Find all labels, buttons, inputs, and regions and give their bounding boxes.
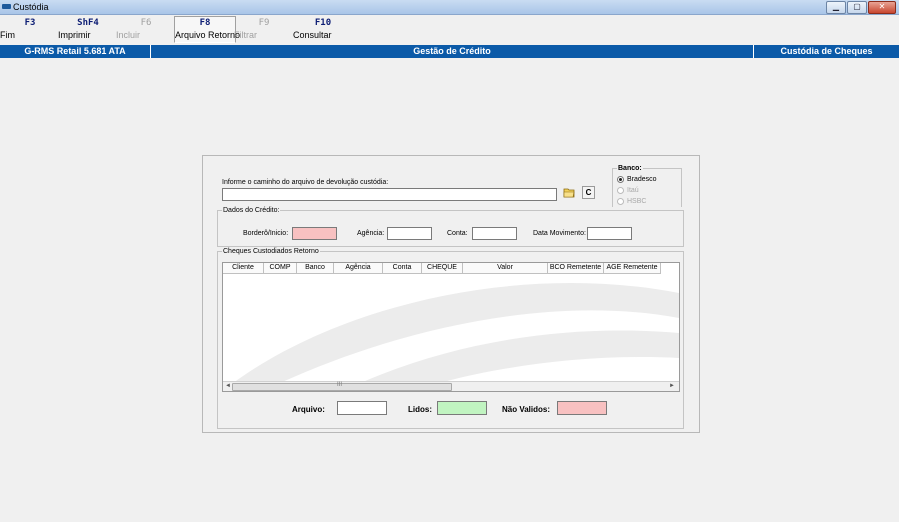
filtrar-button[interactable]: F9 Filtrar bbox=[234, 17, 294, 43]
imprimir-key: ShF4 bbox=[77, 18, 99, 28]
dados-credito-title: Dados do Crédito: bbox=[222, 206, 281, 215]
column-header-comp[interactable]: COMP bbox=[263, 263, 297, 274]
arquivo-retorno-key: F8 bbox=[199, 18, 211, 28]
column-header-cheque[interactable]: CHEQUE bbox=[421, 263, 463, 274]
app-icon bbox=[2, 4, 11, 9]
filtrar-key: F9 bbox=[258, 18, 270, 28]
banco-group: Banco: Bradesco Itaú HSBC bbox=[612, 164, 682, 207]
title-bar: Custódia ▁ ▢ ✕ bbox=[0, 0, 899, 15]
scrollbar-thumb[interactable]: III bbox=[232, 382, 452, 391]
hsbc-radio[interactable] bbox=[617, 198, 624, 205]
bradesco-radio[interactable] bbox=[617, 176, 624, 183]
data-movimento-label: Data Movimento: bbox=[533, 230, 586, 237]
conta-label: Conta: bbox=[447, 230, 468, 237]
header-band: G-RMS Retail 5.681 ATA Gestão de Crédito… bbox=[0, 45, 899, 58]
clear-path-button[interactable]: C bbox=[582, 186, 595, 199]
fim-button[interactable]: F3 Fim bbox=[0, 17, 60, 43]
column-header-valor[interactable]: Valor bbox=[462, 263, 548, 274]
column-header-bco-remetente[interactable]: BCO Remetente bbox=[547, 263, 604, 274]
filtrar-label: Filtrar bbox=[234, 30, 257, 40]
nao-validos-field bbox=[557, 401, 607, 415]
cheques-table-header: Cliente COMP Banco Agência Conta CHEQUE … bbox=[223, 263, 661, 274]
path-label: Informe o caminho do arquivo de devoluçã… bbox=[222, 179, 389, 186]
fim-label: Fim bbox=[0, 30, 15, 40]
cheques-table[interactable]: Cliente COMP Banco Agência Conta CHEQUE … bbox=[222, 262, 680, 392]
consultar-button[interactable]: F10 Consultar bbox=[293, 17, 353, 43]
lidos-field bbox=[437, 401, 487, 415]
data-movimento-field[interactable] bbox=[587, 227, 632, 240]
cheques-group-title: Cheques Custodiados Retorno bbox=[222, 247, 320, 256]
conta-field[interactable] bbox=[472, 227, 517, 240]
column-header-banco[interactable]: Banco bbox=[296, 263, 334, 274]
bordero-label: Borderô/Inicio: bbox=[243, 230, 289, 237]
screen-title: Custódia de Cheques bbox=[780, 46, 873, 56]
column-header-cliente[interactable]: Cliente bbox=[223, 263, 264, 274]
maximize-button[interactable]: ▢ bbox=[847, 1, 867, 14]
scroll-right-icon[interactable]: ► bbox=[669, 382, 675, 391]
minimize-button[interactable]: ▁ bbox=[826, 1, 846, 14]
scroll-left-icon[interactable]: ◄ bbox=[225, 382, 231, 391]
banco-group-title: Banco: bbox=[617, 164, 643, 173]
scrollbar-grip: III bbox=[337, 382, 343, 388]
path-input[interactable] bbox=[222, 188, 557, 201]
lidos-label: Lidos: bbox=[408, 405, 432, 414]
system-version: G-RMS Retail 5.681 ATA bbox=[24, 46, 126, 56]
incluir-label: Incluir bbox=[116, 30, 141, 40]
incluir-key: F6 bbox=[140, 18, 152, 28]
module-title: Gestão de Crédito bbox=[413, 46, 491, 56]
close-button[interactable]: ✕ bbox=[868, 1, 896, 14]
imprimir-button[interactable]: ShF4 Imprimir bbox=[58, 17, 118, 43]
arquivo-retorno-button[interactable]: F8 Arquivo Retorno bbox=[174, 16, 240, 43]
arquivo-retorno-label: Arquivo Retorno bbox=[175, 30, 241, 40]
window-title: Custódia bbox=[13, 2, 49, 12]
column-header-conta[interactable]: Conta bbox=[382, 263, 422, 274]
arquivo-field bbox=[337, 401, 387, 415]
column-header-agencia[interactable]: Agência bbox=[333, 263, 383, 274]
imprimir-label: Imprimir bbox=[58, 30, 91, 40]
consultar-key: F10 bbox=[314, 18, 332, 28]
nao-validos-label: Não Validos: bbox=[502, 405, 551, 414]
fim-key: F3 bbox=[24, 18, 36, 28]
column-header-age-remetente[interactable]: AGE Remetente bbox=[603, 263, 661, 274]
consultar-label: Consultar bbox=[293, 30, 332, 40]
agencia-label: Agência: bbox=[357, 230, 385, 237]
itau-radio[interactable] bbox=[617, 187, 624, 194]
horizontal-scrollbar[interactable]: ◄ III ► bbox=[223, 381, 679, 391]
folder-open-icon[interactable] bbox=[563, 187, 575, 199]
arquivo-label: Arquivo: bbox=[292, 405, 325, 414]
watermark-swoosh bbox=[233, 283, 679, 391]
bordero-field[interactable] bbox=[292, 227, 337, 240]
itau-label: Itaú bbox=[627, 187, 639, 194]
function-key-toolbar: F3 Fim ShF4 Imprimir F6 Incluir F8 Arqui… bbox=[0, 15, 899, 45]
bradesco-label: Bradesco bbox=[627, 176, 657, 183]
incluir-button[interactable]: F6 Incluir bbox=[116, 17, 176, 43]
hsbc-label: HSBC bbox=[627, 198, 647, 205]
agencia-field[interactable] bbox=[387, 227, 432, 240]
